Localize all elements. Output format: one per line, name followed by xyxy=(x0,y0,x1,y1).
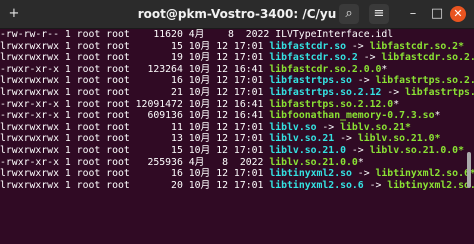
terminal-line: lrwxrwxrwx 1 root root 15 10月 12 17:01 l… xyxy=(0,41,474,53)
link-arrow: -> xyxy=(316,121,341,133)
file-name: ILVTypeInterface.idl xyxy=(275,29,394,40)
file-metadata: lrwxrwxrwx 1 root root 15 10月 12 17:01 xyxy=(0,40,270,52)
symlink-target: liblv.so.21* xyxy=(340,121,411,133)
terminal-line: -rwxr-xr-x 1 root root 12091472 10月 12 1… xyxy=(0,99,474,111)
executable-name: libfastrtps.so.2.12.0 xyxy=(269,98,394,110)
terminal-line: lrwxrwxrwx 1 root root 16 10月 12 17:01 l… xyxy=(0,75,474,87)
terminal-line: -rw-rw-r-- 1 root root 11620 4月 8 2022 I… xyxy=(0,29,474,41)
link-arrow: -> xyxy=(351,75,376,87)
search-icon[interactable]: ⌕ xyxy=(339,4,359,24)
link-arrow: -> xyxy=(351,168,376,180)
terminal-line: lrwxrwxrwx 1 root root 16 10月 12 17:01 l… xyxy=(0,168,474,180)
symlink-name: liblv.so.21 xyxy=(269,133,335,145)
maximize-icon[interactable]: □ xyxy=(427,4,447,24)
file-metadata: lrwxrwxrwx 1 root root 15 10月 12 17:01 xyxy=(0,144,270,156)
executable-name: liblv.so.21.0.0 xyxy=(269,156,358,168)
exec-marker: * xyxy=(434,110,441,122)
terminal-line: lrwxrwxrwx 1 root root 19 10月 12 17:01 l… xyxy=(0,52,474,64)
symlink-target: libtinyxml2.so.6.2.0* xyxy=(387,179,474,191)
terminal-line: lrwxrwxrwx 1 root root 11 10月 12 17:01 l… xyxy=(0,122,474,134)
terminal-line: lrwxrwxrwx 1 root root 13 10月 12 17:01 l… xyxy=(0,133,474,145)
symlink-name: libtinyxml2.so xyxy=(269,168,352,180)
terminal-line: -rwxr-xr-x 1 root root 609136 10月 12 16:… xyxy=(0,110,474,122)
exec-marker: * xyxy=(357,156,364,168)
symlink-target: libfastcdr.so.2.0.0* xyxy=(381,52,474,64)
symlink-name: libfastrtps.so xyxy=(269,75,352,87)
symlink-name: liblv.so.21.0 xyxy=(269,144,347,156)
symlink-name: libfastcdr.so.2 xyxy=(269,52,358,64)
symlink-target: libfastcdr.so.2* xyxy=(369,40,464,52)
link-arrow: -> xyxy=(346,40,370,52)
terminal-window: + root@pkm-Vostro-3400: /C/yu ⌕ ≡ – □ ✕ … xyxy=(0,0,474,244)
file-metadata: -rw-rw-r-- 1 root root 11620 4月 8 2022 xyxy=(0,29,276,40)
link-arrow: -> xyxy=(363,179,388,191)
link-arrow: -> xyxy=(381,86,405,98)
terminal-line: lrwxrwxrwx 1 root root 15 10月 12 17:01 l… xyxy=(0,145,474,157)
symlink-target: libfastrtps.so.2.12.0* xyxy=(405,86,474,98)
terminal-line: lrwxrwxrwx 1 root root 21 10月 12 17:01 l… xyxy=(0,87,474,99)
file-metadata: lrwxrwxrwx 1 root root 20 10月 12 17:01 xyxy=(0,179,270,191)
exec-marker: * xyxy=(381,63,388,75)
terminal-output[interactable]: -rw-rw-r-- 1 root root 11620 4月 8 2022 I… xyxy=(0,29,474,244)
symlink-target: libfastrtps.so.2.12.0* xyxy=(375,75,474,87)
symlink-target: liblv.so.21.0.0* xyxy=(369,144,464,156)
link-arrow: -> xyxy=(334,133,358,145)
file-metadata: lrwxrwxrwx 1 root root 19 10月 12 17:01 xyxy=(0,52,270,64)
terminal-line: lrwxrwxrwx 1 root root 20 10月 12 17:01 l… xyxy=(0,180,474,192)
symlink-name: libtinyxml2.so.6 xyxy=(269,179,364,191)
terminal-line: -rwxr-xr-x 1 root root 123264 10月 12 16:… xyxy=(0,64,474,76)
file-metadata: -rwxr-xr-x 1 root root 255936 4月 8 2022 xyxy=(0,156,270,168)
symlink-name: liblv.so xyxy=(269,121,317,133)
symlink-target: liblv.so.21.0* xyxy=(357,133,441,145)
file-metadata: lrwxrwxrwx 1 root root 21 10月 12 17:01 xyxy=(0,86,270,98)
link-arrow: -> xyxy=(346,144,370,156)
terminal-line: -rwxr-xr-x 1 root root 255936 4月 8 2022 … xyxy=(0,157,474,169)
file-metadata: -rwxr-xr-x 1 root root 609136 10月 12 16:… xyxy=(0,110,270,122)
link-arrow: -> xyxy=(357,52,382,64)
exec-marker: * xyxy=(393,98,400,110)
file-metadata: -rwxr-xr-x 1 root root 123264 10月 12 16:… xyxy=(0,63,270,75)
symlink-name: libfastrtps.so.2.12 xyxy=(269,86,382,98)
file-metadata: lrwxrwxrwx 1 root root 16 10月 12 17:01 xyxy=(0,168,270,180)
file-metadata: -rwxr-xr-x 1 root root 12091472 10月 12 1… xyxy=(0,98,270,110)
hamburger-menu-icon[interactable]: ≡ xyxy=(369,4,389,24)
close-icon[interactable]: ✕ xyxy=(450,6,466,22)
symlink-target: libtinyxml2.so.6* xyxy=(375,168,474,180)
executable-name: libfastcdr.so.2.0.0 xyxy=(269,63,382,75)
file-metadata: lrwxrwxrwx 1 root root 13 10月 12 17:01 xyxy=(0,133,270,145)
minimize-icon[interactable]: – xyxy=(403,4,423,24)
title-bar: + root@pkm-Vostro-3400: /C/yu ⌕ ≡ – □ ✕ xyxy=(0,0,474,29)
symlink-name: libfastcdr.so xyxy=(269,40,347,52)
file-metadata: lrwxrwxrwx 1 root root 11 10月 12 17:01 xyxy=(0,121,270,133)
scrollbar[interactable] xyxy=(467,152,471,188)
file-metadata: lrwxrwxrwx 1 root root 16 10月 12 17:01 xyxy=(0,75,270,87)
executable-name: libfoonathan_memory-0.7.3.so xyxy=(269,110,435,122)
